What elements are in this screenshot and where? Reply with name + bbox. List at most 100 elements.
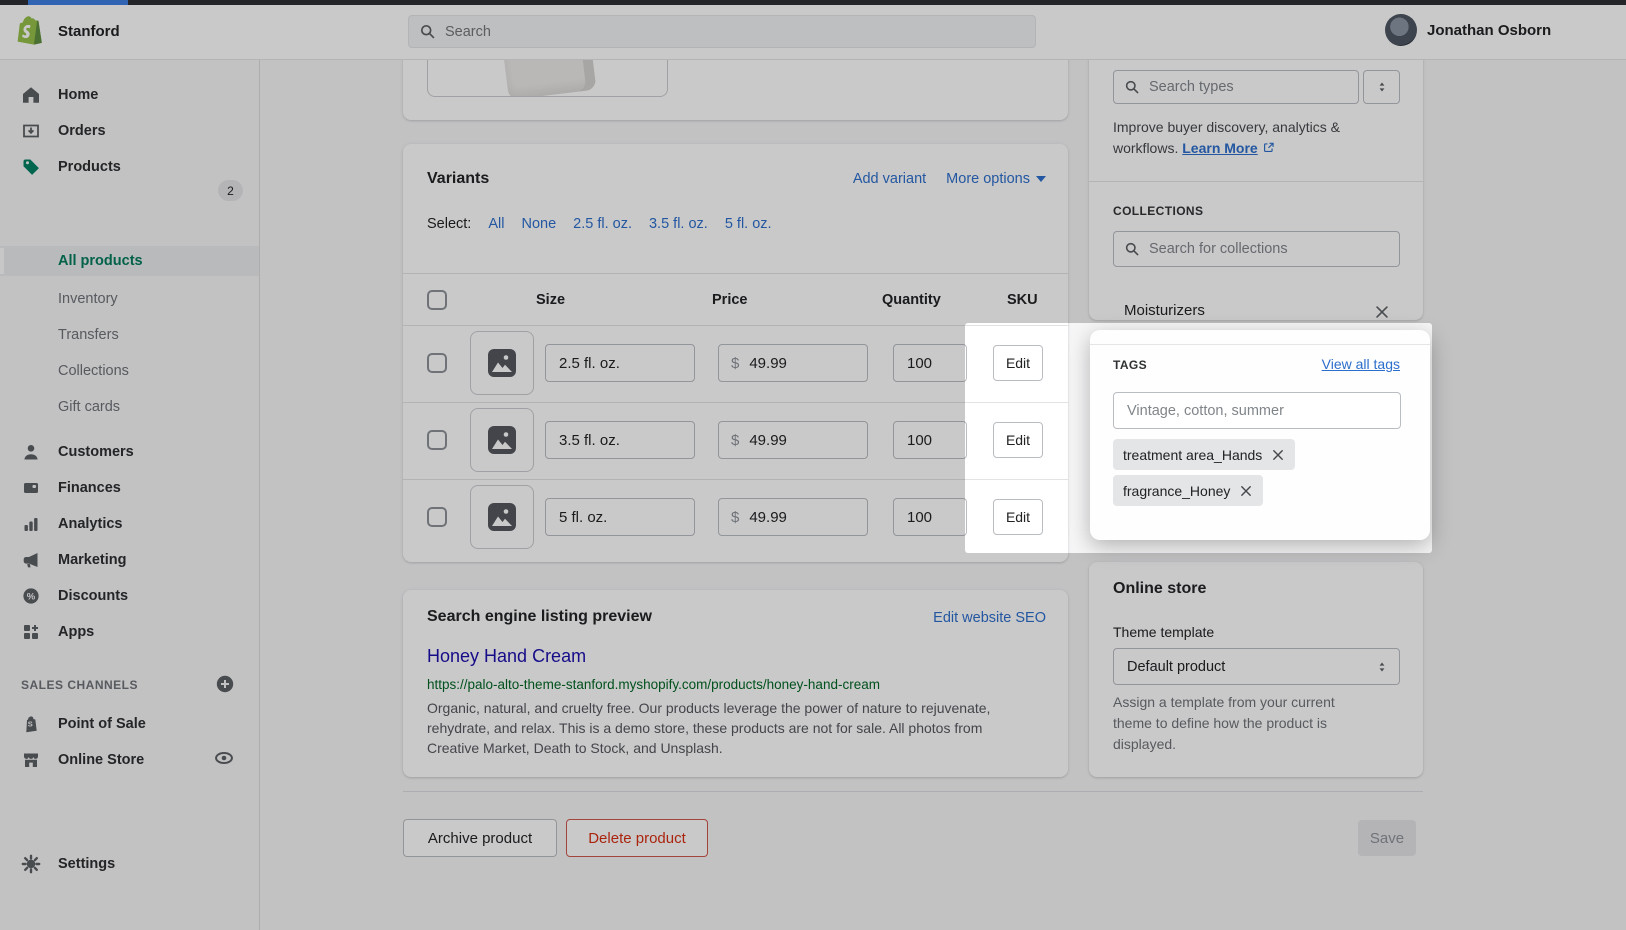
variant-image-button[interactable] (470, 485, 534, 549)
updown-stepper-icon (1375, 79, 1389, 95)
add-variant-link[interactable]: Add variant (853, 171, 926, 187)
quantity-input[interactable] (893, 421, 967, 459)
sidebar-item-home[interactable]: Home (0, 78, 259, 112)
collection-item: Moisturizers (1124, 302, 1205, 319)
online-store-card: Online store Theme template Default prod… (1089, 562, 1423, 777)
sidebar-nav: Home Orders 2 Products All products Inve… (0, 60, 260, 930)
top-loading-bar (0, 0, 1626, 5)
select-size-3-link[interactable]: 5 fl. oz. (725, 216, 772, 232)
edit-sku-button[interactable]: Edit (993, 422, 1043, 458)
discounts-icon: % (21, 586, 41, 606)
sidebar-item-transfers[interactable]: Transfers (0, 318, 259, 352)
settings-gear-icon (21, 854, 41, 874)
price-input[interactable]: $49.99 (718, 344, 868, 382)
delete-product-button[interactable]: Delete product (566, 819, 708, 857)
tags-input[interactable] (1113, 392, 1401, 429)
variant-row-checkbox[interactable] (427, 353, 447, 373)
remove-collection-icon[interactable] (1373, 303, 1391, 321)
select-none-link[interactable]: None (521, 216, 556, 232)
search-icon (1124, 79, 1140, 95)
view-online-store-eye-icon[interactable] (213, 747, 235, 769)
sidebar-item-all-products[interactable]: All products (0, 246, 259, 276)
image-placeholder-icon (487, 425, 517, 455)
variant-image-button[interactable] (470, 331, 534, 395)
shopify-logo-icon[interactable] (13, 14, 47, 50)
view-all-tags-link[interactable]: View all tags (1322, 356, 1400, 372)
edit-sku-button[interactable]: Edit (993, 345, 1043, 381)
sidebar-item-finances[interactable]: Finances (0, 471, 259, 505)
seo-description: Organic, natural, and cruelty free. Our … (427, 698, 1052, 758)
buyer-discovery-note: Improve buyer discovery, analytics & wor… (1113, 117, 1405, 159)
save-button[interactable]: Save (1358, 820, 1416, 856)
sidebar-item-apps[interactable]: Apps (0, 615, 259, 649)
point-of-sale-icon: S (21, 714, 41, 734)
sidebar-item-collections[interactable]: Collections (0, 354, 259, 388)
collections-search-field[interactable] (1113, 231, 1400, 267)
learn-more-link[interactable]: Learn More (1182, 140, 1257, 156)
svg-text:S: S (28, 720, 33, 729)
variants-card: Variants Add variant More options Select… (403, 144, 1068, 562)
price-input[interactable]: $49.99 (718, 421, 868, 459)
select-all-link[interactable]: All (488, 216, 504, 232)
quantity-input[interactable] (893, 498, 967, 536)
edit-sku-button[interactable]: Edit (993, 499, 1043, 535)
seo-url: https://palo-alto-theme-stanford.myshopi… (427, 677, 880, 692)
global-search-input[interactable] (445, 24, 985, 40)
price-input[interactable]: $49.99 (718, 498, 868, 536)
sidebar-item-discounts[interactable]: % Discounts (0, 579, 259, 613)
edit-website-seo-link[interactable]: Edit website SEO (933, 610, 1046, 626)
variant-row-checkbox[interactable] (427, 507, 447, 527)
type-stepper-button[interactable] (1363, 70, 1400, 104)
tag-pill: fragrance_Honey (1113, 475, 1263, 506)
remove-tag-icon[interactable] (1239, 484, 1253, 498)
column-header-price: Price (712, 292, 747, 308)
quantity-input[interactable] (893, 344, 967, 382)
archive-product-button[interactable]: Archive product (403, 819, 557, 857)
theme-template-help: Assign a template from your current them… (1113, 692, 1405, 755)
select-all-checkbox[interactable] (427, 290, 447, 310)
size-input[interactable] (545, 498, 695, 536)
sidebar-item-point-of-sale[interactable]: S Point of Sale (0, 707, 259, 741)
sidebar-item-customers[interactable]: Customers (0, 435, 259, 469)
search-icon (419, 23, 436, 40)
marketing-icon (21, 550, 41, 570)
variant-image-button[interactable] (470, 408, 534, 472)
remove-tag-icon[interactable] (1271, 448, 1285, 462)
search-types-input[interactable] (1149, 79, 1358, 95)
image-placeholder-icon (487, 502, 517, 532)
select-label: Select: (427, 216, 471, 232)
sidebar-item-marketing[interactable]: Marketing (0, 543, 259, 577)
collections-search-input[interactable] (1149, 241, 1399, 257)
user-avatar[interactable] (1385, 14, 1417, 46)
customers-icon (21, 442, 41, 462)
sales-channels-heading: SALES CHANNELS (21, 678, 138, 692)
shopify-admin-page: Stanford Jonathan Osborn Home Orders 2 P… (0, 0, 1626, 930)
seo-page-title[interactable]: Honey Hand Cream (427, 646, 586, 667)
select-size-2-link[interactable]: 3.5 fl. oz. (649, 216, 708, 232)
size-input[interactable] (545, 421, 695, 459)
sidebar-item-analytics[interactable]: Analytics (0, 507, 259, 541)
home-icon (21, 85, 41, 105)
select-size-1-link[interactable]: 2.5 fl. oz. (573, 216, 632, 232)
section-divider (1090, 344, 1430, 345)
global-search-field[interactable] (408, 15, 1036, 48)
svg-text:%: % (27, 591, 36, 602)
online-store-title: Online store (1113, 580, 1206, 598)
sidebar-item-products[interactable]: Products (0, 150, 259, 184)
sidebar-item-orders[interactable]: Orders (0, 114, 259, 148)
organization-card: Improve buyer discovery, analytics & wor… (1089, 24, 1423, 320)
loading-progress (28, 0, 128, 5)
tag-pill: treatment area_Hands (1113, 439, 1295, 470)
search-types-field[interactable] (1113, 70, 1359, 104)
online-store-icon (21, 750, 41, 770)
size-input[interactable] (545, 344, 695, 382)
add-sales-channel-icon[interactable] (215, 674, 235, 694)
sidebar-item-settings[interactable]: Settings (0, 847, 259, 881)
sidebar-item-gift-cards[interactable]: Gift cards (0, 390, 259, 424)
user-name[interactable]: Jonathan Osborn (1427, 22, 1551, 39)
theme-template-select[interactable]: Default product (1113, 648, 1400, 685)
column-header-sku: SKU (1007, 292, 1038, 308)
more-options-link[interactable]: More options (946, 171, 1046, 187)
sidebar-item-inventory[interactable]: Inventory (0, 282, 259, 316)
variant-row-checkbox[interactable] (427, 430, 447, 450)
